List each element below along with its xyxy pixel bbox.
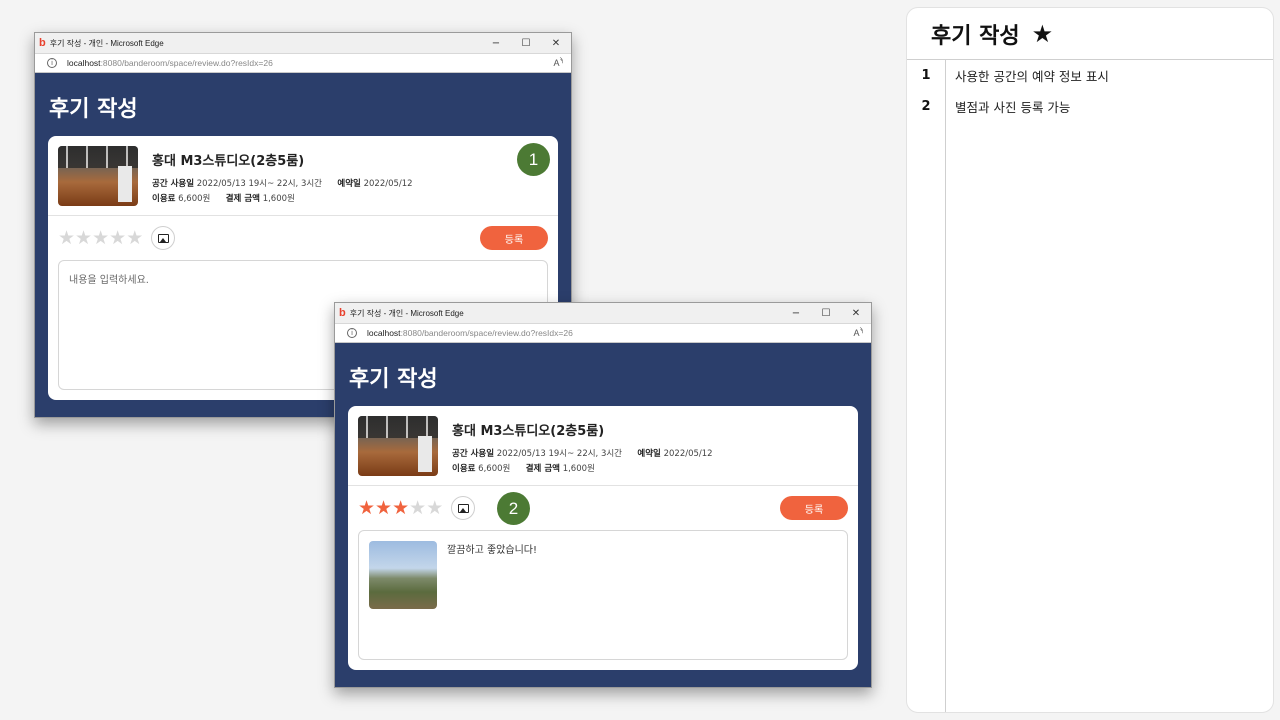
callout-badge: 2: [497, 492, 530, 525]
star-icon[interactable]: ★: [126, 228, 143, 248]
read-aloud-icon[interactable]: Aϡ: [854, 328, 863, 338]
info-icon[interactable]: i: [47, 58, 57, 68]
star-icon[interactable]: ★: [392, 498, 409, 518]
app-logo-icon: b: [339, 306, 346, 319]
star-icon: ★: [1031, 19, 1054, 48]
address-bar[interactable]: i localhost :8080/banderoom/space/review…: [35, 53, 571, 73]
note-text: 별점과 사진 등록 가능: [955, 100, 1071, 115]
usage-date-line: 공간 사용일 2022/05/13 19시~ 22시, 3시간 예약일 2022…: [452, 447, 713, 462]
address-bar[interactable]: i localhost :8080/banderoom/space/review…: [335, 323, 871, 343]
reserve-label: 예약일: [637, 449, 661, 459]
use-value: 2022/05/13 19시~ 22시, 3시간: [496, 449, 623, 459]
title-bar: b 후기 작성 - 개인 - Microsoft Edge − ☐ ✕: [335, 303, 871, 323]
read-aloud-icon[interactable]: Aϡ: [554, 58, 563, 68]
maximize-button[interactable]: ☐: [511, 33, 541, 53]
url-path: :8080/banderoom/space/review.do?resIdx=2…: [400, 328, 573, 338]
use-label: 공간 사용일: [452, 449, 495, 459]
review-photo[interactable]: [369, 541, 437, 609]
pay-value: 1,600원: [262, 194, 295, 204]
add-photo-button[interactable]: [151, 226, 176, 250]
url-host: localhost: [367, 328, 401, 338]
submit-button[interactable]: 등록: [780, 496, 848, 520]
space-name: 홍대 M3스튜디오(2층5룸): [452, 424, 605, 439]
review-textarea[interactable]: 깔끔하고 좋았습니다!: [358, 530, 848, 660]
fee-value: 6,600원: [478, 464, 511, 474]
page-title: 후기 작성: [349, 367, 438, 392]
star-rating[interactable]: ★ ★ ★ ★ ★: [358, 498, 443, 518]
notes-panel: 후기 작성 ★ 1 사용한 공간의 예약 정보 표시 2 별점과 사진 등록 가…: [906, 7, 1274, 713]
note-text: 사용한 공간의 예약 정보 표시: [955, 69, 1109, 84]
space-thumbnail: [58, 146, 138, 206]
pay-label: 결제 금액: [225, 194, 260, 204]
use-label: 공간 사용일: [152, 179, 195, 189]
panel-header: 후기 작성 ★: [907, 8, 1273, 60]
fee-value: 6,600원: [178, 194, 211, 204]
note-number: 2: [921, 99, 931, 114]
star-icon[interactable]: ★: [75, 228, 92, 248]
space-thumbnail: [358, 416, 438, 476]
info-icon[interactable]: i: [347, 328, 357, 338]
space-name: 홍대 M3스튜디오(2층5룸): [152, 154, 305, 169]
star-icon[interactable]: ★: [375, 498, 392, 518]
pay-label: 결제 금액: [525, 464, 560, 474]
note-number: 1: [921, 68, 931, 83]
notes-list: 1 사용한 공간의 예약 정보 표시 2 별점과 사진 등록 가능: [907, 60, 1273, 712]
review-card: 홍대 M3스튜디오(2층5룸) 공간 사용일 2022/05/13 19시~ 2…: [348, 406, 858, 670]
note-item: 2 별점과 사진 등록 가능: [907, 91, 1273, 122]
title-bar: b 후기 작성 - 개인 - Microsoft Edge − ☐ ✕: [35, 33, 571, 53]
price-line: 이용료 6,600원 결제 금액 1,600원: [452, 462, 713, 477]
add-photo-button[interactable]: [451, 496, 476, 520]
review-placeholder: 내용을 입력하세요.: [69, 275, 149, 286]
url-host: localhost: [67, 58, 101, 68]
submit-button[interactable]: 등록: [480, 226, 548, 250]
reservation-info: 홍대 M3스튜디오(2층5룸) 공간 사용일 2022/05/13 19시~ 2…: [348, 406, 858, 486]
window-title: 후기 작성 - 개인 - Microsoft Edge: [349, 308, 464, 318]
callout-badge: 1: [517, 143, 550, 176]
reservation-info: 홍대 M3스튜디오(2층5룸) 공간 사용일 2022/05/13 19시~ 2…: [48, 136, 558, 216]
note-item: 1 사용한 공간의 예약 정보 표시: [907, 60, 1273, 91]
usage-date-line: 공간 사용일 2022/05/13 19시~ 22시, 3시간 예약일 2022…: [152, 177, 413, 192]
image-icon: [457, 503, 469, 513]
review-text: 깔끔하고 좋았습니다!: [447, 545, 537, 556]
app-logo-icon: b: [39, 36, 46, 49]
image-icon: [157, 233, 169, 243]
star-icon[interactable]: ★: [426, 498, 443, 518]
pay-value: 1,600원: [562, 464, 595, 474]
page-title: 후기 작성: [49, 97, 138, 122]
star-icon[interactable]: ★: [358, 498, 375, 518]
fee-label: 이용료: [452, 464, 476, 474]
minimize-button[interactable]: −: [781, 303, 811, 323]
price-line: 이용료 6,600원 결제 금액 1,600원: [152, 192, 413, 207]
browser-window-2: b 후기 작성 - 개인 - Microsoft Edge − ☐ ✕ i lo…: [334, 302, 872, 688]
panel-title: 후기 작성: [931, 23, 1020, 49]
minimize-button[interactable]: −: [481, 33, 511, 53]
star-icon[interactable]: ★: [58, 228, 75, 248]
reserve-value: 2022/05/12: [363, 179, 413, 189]
star-icon[interactable]: ★: [109, 228, 126, 248]
reserve-label: 예약일: [337, 179, 361, 189]
close-button[interactable]: ✕: [841, 303, 871, 323]
star-icon[interactable]: ★: [409, 498, 426, 518]
use-value: 2022/05/13 19시~ 22시, 3시간: [196, 179, 323, 189]
star-icon[interactable]: ★: [92, 228, 109, 248]
reserve-value: 2022/05/12: [663, 449, 713, 459]
window-title: 후기 작성 - 개인 - Microsoft Edge: [49, 38, 164, 48]
url-path: :8080/banderoom/space/review.do?resIdx=2…: [100, 58, 273, 68]
close-button[interactable]: ✕: [541, 33, 571, 53]
star-rating[interactable]: ★ ★ ★ ★ ★: [58, 228, 143, 248]
fee-label: 이용료: [152, 194, 176, 204]
maximize-button[interactable]: ☐: [811, 303, 841, 323]
